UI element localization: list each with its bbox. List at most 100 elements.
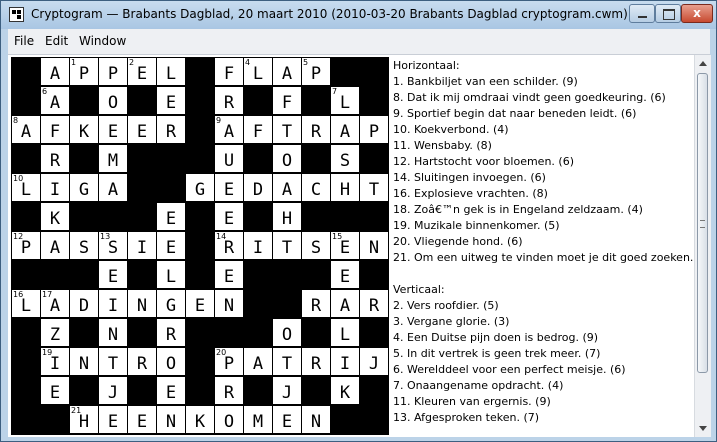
grid-cell[interactable]: A bbox=[41, 58, 69, 85]
grid-cell[interactable]: E bbox=[215, 261, 243, 288]
vertical-scrollbar[interactable] bbox=[694, 55, 711, 437]
grid-cell[interactable]: R bbox=[302, 116, 330, 143]
grid-cell[interactable]: T bbox=[273, 348, 301, 375]
grid-cell[interactable]: S bbox=[331, 145, 359, 172]
grid-cell[interactable]: 20 P bbox=[215, 348, 243, 375]
grid-cell[interactable]: N bbox=[157, 406, 185, 433]
grid-cell[interactable]: K bbox=[70, 116, 98, 143]
grid-cell[interactable]: E bbox=[186, 290, 214, 317]
grid-cell[interactable]: 16 L bbox=[12, 290, 40, 317]
grid-cell[interactable]: H bbox=[273, 203, 301, 230]
grid-cell[interactable]: L bbox=[331, 319, 359, 346]
grid-cell[interactable]: O bbox=[273, 319, 301, 346]
grid-cell[interactable]: 9A bbox=[215, 116, 243, 143]
grid-cell[interactable]: R bbox=[302, 348, 330, 375]
grid-cell[interactable]: I bbox=[99, 290, 127, 317]
grid-cell[interactable]: S bbox=[70, 232, 98, 259]
grid-cell[interactable]: E bbox=[41, 377, 69, 404]
grid-cell[interactable]: K bbox=[331, 377, 359, 404]
close-button[interactable]: x bbox=[681, 4, 713, 23]
grid-cell[interactable]: E bbox=[273, 406, 301, 433]
grid-cell[interactable]: A bbox=[331, 290, 359, 317]
grid-cell[interactable]: E bbox=[215, 174, 243, 201]
grid-cell[interactable]: I bbox=[41, 174, 69, 201]
grid-cell[interactable]: A bbox=[331, 116, 359, 143]
grid-cell[interactable]: S bbox=[302, 232, 330, 259]
grid-cell[interactable]: E bbox=[157, 87, 185, 114]
grid-cell[interactable]: F bbox=[215, 58, 243, 85]
grid-cell[interactable]: 17 A bbox=[41, 290, 69, 317]
grid-cell[interactable]: A bbox=[273, 174, 301, 201]
grid-cell[interactable]: 12 P bbox=[12, 232, 40, 259]
grid-cell[interactable]: J bbox=[273, 377, 301, 404]
maximize-button[interactable] bbox=[655, 4, 681, 23]
grid-cell[interactable]: P bbox=[99, 58, 127, 85]
grid-cell[interactable]: D bbox=[70, 290, 98, 317]
grid-cell[interactable]: E bbox=[99, 406, 127, 433]
grid-cell[interactable]: E bbox=[128, 406, 156, 433]
grid-cell[interactable]: 7L bbox=[331, 87, 359, 114]
grid-cell[interactable]: A bbox=[273, 58, 301, 85]
menu-file[interactable]: File bbox=[14, 34, 34, 48]
grid-cell[interactable]: E bbox=[157, 377, 185, 404]
grid-cell[interactable]: 19 I bbox=[41, 348, 69, 375]
grid-cell[interactable]: 10 L bbox=[12, 174, 40, 201]
grid-cell[interactable]: E bbox=[331, 261, 359, 288]
grid-cell[interactable]: R bbox=[302, 290, 330, 317]
grid-cell[interactable]: A bbox=[244, 348, 272, 375]
grid-cell[interactable]: D bbox=[244, 174, 272, 201]
grid-cell[interactable]: 6A bbox=[41, 87, 69, 114]
grid-cell[interactable]: K bbox=[41, 203, 69, 230]
grid-cell[interactable]: L bbox=[157, 261, 185, 288]
minimize-button[interactable] bbox=[629, 4, 655, 23]
grid-cell[interactable]: T bbox=[273, 232, 301, 259]
grid-cell[interactable]: M bbox=[99, 145, 127, 172]
grid-cell[interactable]: 8A bbox=[12, 116, 40, 143]
grid-cell[interactable]: A bbox=[41, 232, 69, 259]
grid-cell[interactable]: O bbox=[273, 145, 301, 172]
grid-cell[interactable]: J bbox=[360, 348, 388, 375]
grid-cell[interactable]: N bbox=[302, 406, 330, 433]
grid-cell[interactable]: E bbox=[215, 203, 243, 230]
title-bar[interactable]: Cryptogram — Brabants Dagblad, 20 maart … bbox=[1, 1, 716, 29]
grid-cell[interactable]: N bbox=[215, 290, 243, 317]
grid-cell[interactable]: L bbox=[157, 58, 185, 85]
grid-cell[interactable]: F bbox=[244, 116, 272, 143]
grid-cell[interactable]: N bbox=[99, 319, 127, 346]
grid-cell[interactable]: T bbox=[360, 174, 388, 201]
grid-cell[interactable]: 2E bbox=[128, 58, 156, 85]
menu-window[interactable]: Window bbox=[79, 34, 126, 48]
grid-cell[interactable]: I bbox=[128, 232, 156, 259]
grid-cell[interactable]: F bbox=[273, 87, 301, 114]
grid-cell[interactable]: R bbox=[128, 348, 156, 375]
grid-cell[interactable]: 15 E bbox=[331, 232, 359, 259]
grid-cell[interactable]: G bbox=[70, 174, 98, 201]
grid-cell[interactable]: N bbox=[70, 348, 98, 375]
grid-cell[interactable]: R bbox=[41, 145, 69, 172]
grid-cell[interactable]: E bbox=[157, 232, 185, 259]
grid-cell[interactable]: F bbox=[41, 116, 69, 143]
grid-cell[interactable]: E bbox=[128, 116, 156, 143]
grid-cell[interactable]: E bbox=[157, 203, 185, 230]
grid-cell[interactable]: R bbox=[360, 290, 388, 317]
grid-cell[interactable]: R bbox=[157, 116, 185, 143]
grid-cell[interactable]: 14 R bbox=[215, 232, 243, 259]
grid-cell[interactable]: Z bbox=[41, 319, 69, 346]
grid-cell[interactable]: 1P bbox=[70, 58, 98, 85]
grid-cell[interactable]: O bbox=[99, 87, 127, 114]
grid-cell[interactable]: K bbox=[186, 406, 214, 433]
grid-cell[interactable]: I bbox=[244, 232, 272, 259]
grid-cell[interactable]: H bbox=[331, 174, 359, 201]
grid-cell[interactable]: R bbox=[157, 319, 185, 346]
grid-cell[interactable]: O bbox=[215, 406, 243, 433]
scroll-up-arrow-icon[interactable] bbox=[696, 56, 710, 72]
grid-cell[interactable]: G bbox=[186, 174, 214, 201]
grid-cell[interactable]: T bbox=[273, 116, 301, 143]
grid-cell[interactable]: C bbox=[302, 174, 330, 201]
grid-cell[interactable]: G bbox=[157, 290, 185, 317]
grid-cell[interactable]: 13 S bbox=[99, 232, 127, 259]
grid-cell[interactable]: 21 H bbox=[70, 406, 98, 433]
grid-cell[interactable]: P bbox=[360, 116, 388, 143]
grid-cell[interactable]: M bbox=[244, 406, 272, 433]
grid-cell[interactable]: I bbox=[331, 348, 359, 375]
